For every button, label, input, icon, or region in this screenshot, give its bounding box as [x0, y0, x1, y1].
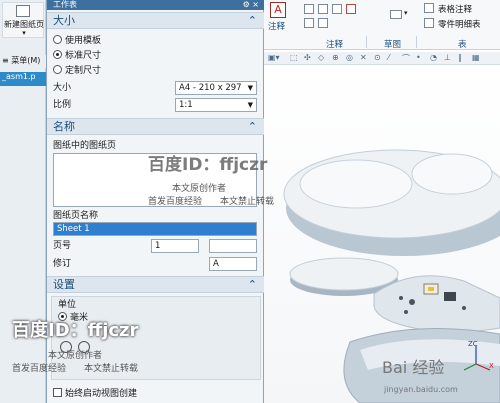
- snap-icon[interactable]: ✣: [304, 53, 311, 62]
- surface-finish-icon[interactable]: [332, 4, 342, 14]
- point-icon[interactable]: •: [416, 53, 421, 62]
- svg-text:ZC: ZC: [468, 340, 478, 348]
- tangent-icon[interactable]: ⊙: [374, 53, 381, 62]
- size-section-title: 大小: [53, 14, 75, 27]
- size-label: 大小: [53, 83, 72, 93]
- pcb-part: [373, 275, 500, 333]
- midpoint-icon[interactable]: ⊕: [332, 53, 339, 62]
- radio-selected-icon: [53, 50, 62, 59]
- graphics-viewport[interactable]: ZC X: [264, 66, 500, 403]
- table-note-icon[interactable]: [424, 3, 434, 13]
- size-section-header[interactable]: 大小 ⌃: [47, 12, 265, 29]
- chevron-down-icon: ▼: [247, 101, 253, 109]
- intersection-icon[interactable]: ✕: [360, 53, 367, 62]
- perpendicular-icon[interactable]: ⊥: [444, 53, 451, 62]
- radio-use-template[interactable]: 使用模板: [53, 35, 101, 47]
- page-number-secondary-input[interactable]: [209, 239, 257, 253]
- new-sheet-icon: [16, 5, 30, 17]
- menu-icon: ≡: [2, 56, 9, 65]
- left-app-column: 新建图纸页 ▾ ≡ 菜单(M) _asm1.p: [0, 0, 46, 403]
- menu-button[interactable]: ≡ 菜单(M): [0, 55, 46, 68]
- select-icon[interactable]: ⬚: [290, 53, 298, 62]
- selection-toolbar: ▣▾ ⬚ ✣ ◇ ⊕ ◎ ✕ ⊙ ⁄ ⌒ • ◔ ⊥ ∥ ▦: [264, 52, 500, 65]
- part-file-tab[interactable]: _asm1.p: [0, 72, 46, 86]
- svg-text:X: X: [489, 362, 494, 370]
- collapse-up-icon: ⌃: [247, 120, 257, 133]
- sketch-rect-icon[interactable]: [390, 10, 402, 19]
- model-render: ZC X: [283, 149, 500, 403]
- dialog-title-bar: 工作表 ⚙ ×: [47, 0, 265, 10]
- radio-selected-icon: [58, 312, 67, 321]
- radio-unit-mm[interactable]: 毫米: [58, 312, 88, 324]
- table-group-label: 表: [458, 40, 467, 50]
- center-icon[interactable]: ◎: [346, 53, 353, 62]
- projection-options[interactable]: [58, 337, 118, 357]
- sheets-list[interactable]: [53, 153, 257, 207]
- revision-input[interactable]: A: [209, 257, 257, 271]
- radio-icon: [53, 65, 62, 74]
- size-select[interactable]: A4 - 210 x 297 ▼: [175, 81, 257, 95]
- table-note-label[interactable]: 表格注释: [438, 3, 472, 15]
- dialog-controls-icon[interactable]: ⚙ ×: [243, 0, 259, 9]
- sheet-name-label: 图纸页名称: [53, 211, 99, 221]
- top-shell-part: [283, 149, 500, 256]
- note-icon[interactable]: A: [270, 2, 286, 18]
- arc-icon[interactable]: ⌒: [402, 53, 410, 64]
- checkbox-icon: [53, 388, 62, 397]
- scale-select[interactable]: 1:1 ▼: [175, 98, 257, 112]
- page-number-label: 页号: [53, 241, 72, 251]
- sketch-group-label: 草图: [384, 40, 402, 50]
- sheet-dialog: 工作表 ⚙ × 大小 ⌃ 使用模板 标准尺寸 定制尺寸 大小 A4 - 210 …: [46, 0, 265, 403]
- note-label[interactable]: 注释: [268, 20, 285, 32]
- sheets-in-drawing-label: 图纸中的图纸页: [53, 141, 117, 151]
- group-divider: [366, 36, 367, 48]
- grid-icon[interactable]: ▦: [472, 53, 480, 62]
- projection-third-angle-icon: [78, 341, 90, 353]
- ribbon: A 注释 ▾ 表格注释 零件明细表 注释 草图 表: [264, 0, 500, 50]
- settings-body: 单位 毫米: [51, 296, 261, 380]
- feature-control-icon[interactable]: [304, 4, 314, 14]
- new-sheet-button[interactable]: 新建图纸页 ▾: [2, 2, 44, 38]
- filter-icon[interactable]: ▣▾: [268, 53, 280, 62]
- chevron-down-icon: ▾: [22, 29, 26, 37]
- line-icon[interactable]: ⁄: [388, 53, 389, 62]
- chevron-down-icon: ▼: [247, 84, 253, 92]
- radio-custom-size[interactable]: 定制尺寸: [53, 65, 101, 77]
- settings-section-title: 设置: [53, 278, 75, 291]
- parallel-icon[interactable]: ∥: [458, 53, 462, 62]
- name-section-title: 名称: [53, 120, 75, 133]
- always-start-view-checkbox[interactable]: 始终启动视图创建: [53, 388, 137, 400]
- endpoint-icon[interactable]: ◇: [318, 53, 324, 62]
- parts-list-icon[interactable]: [424, 18, 434, 28]
- image-icon[interactable]: [346, 4, 356, 14]
- weld-icon[interactable]: [304, 18, 314, 28]
- collapse-up-icon: ⌃: [247, 14, 257, 27]
- settings-section-header[interactable]: 设置 ⌃: [47, 276, 265, 293]
- sheet-name-input[interactable]: Sheet 1: [53, 222, 257, 236]
- scale-label: 比例: [53, 100, 72, 110]
- datum-icon[interactable]: [318, 4, 328, 14]
- chevron-down-icon[interactable]: ▾: [404, 9, 408, 17]
- revision-label: 修订: [53, 259, 72, 269]
- projection-first-angle-icon: [60, 341, 72, 353]
- quadrant-icon[interactable]: ◔: [430, 53, 437, 62]
- target-point-icon[interactable]: [318, 18, 328, 28]
- collapse-up-icon: ⌃: [247, 278, 257, 291]
- parts-list-label[interactable]: 零件明细表: [438, 18, 481, 30]
- radio-standard-size[interactable]: 标准尺寸: [53, 50, 101, 62]
- dialog-title: 工作表: [53, 0, 77, 9]
- unit-label: 单位: [58, 300, 77, 310]
- menu-label: 菜单(M): [11, 56, 41, 65]
- group-divider: [416, 36, 417, 48]
- name-section-header[interactable]: 名称 ⌃: [47, 118, 265, 135]
- page-number-input[interactable]: 1: [151, 239, 199, 253]
- radio-icon: [53, 35, 62, 44]
- note-group-label: 注释: [326, 40, 344, 50]
